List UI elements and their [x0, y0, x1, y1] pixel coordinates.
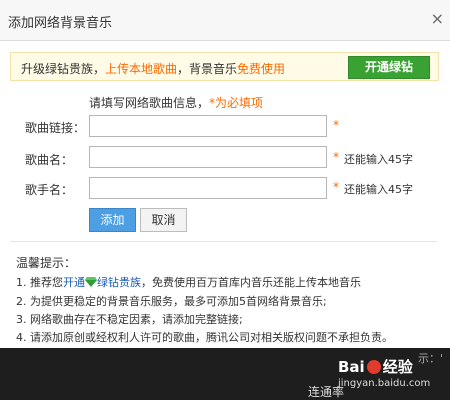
green-diamond-link[interactable]: 绿钻贵族 [97, 276, 141, 289]
green-diamond-icon [85, 277, 97, 287]
promo-banner: 升级绿钻贵族，上传本地歌曲，背景音乐免费使用 开通绿钻 [10, 52, 439, 81]
open-green-diamond-button[interactable]: 开通绿钻 [348, 56, 430, 79]
song-link-required-mark: * [333, 118, 339, 132]
promo-text-mid: ，背景音乐 [177, 62, 238, 76]
tip-item-2: 2. 为提供更稳定的背景音乐服务，最多可添加5首网络背景音乐; [16, 295, 327, 308]
tip-item-3: 3. 网络歌曲存在不稳定因素，请添加完整链接; [16, 313, 243, 326]
open-link[interactable]: 开通 [63, 276, 85, 289]
form-hint-required: *为必填项 [209, 96, 264, 110]
tip-1-suffix: ，免费使用百万首库内音乐还能上传本地音乐 [141, 276, 361, 289]
form-hint: 请填写网络歌曲信息，*为必填项 [89, 94, 263, 111]
dialog-title: 添加网络背景音乐 [8, 16, 113, 31]
dialog-titlebar: 添加网络背景音乐 × [0, 0, 450, 41]
paw-icon [366, 360, 381, 374]
song-link-label: 歌曲链接： [25, 121, 86, 135]
tip-item-4: 4. 请添加原创或经权利人许可的歌曲，腾讯公司对相关版权问题不承担负责。 [16, 331, 393, 344]
form-hint-text: 请填写网络歌曲信息， [89, 96, 210, 110]
song-name-input[interactable] [89, 146, 327, 168]
baidu-jingyan-watermark: Bai 经验 jingyan.baidu.com [338, 352, 448, 396]
promo-text: 升级绿钻贵族，上传本地歌曲，背景音乐免费使用 [21, 60, 285, 77]
singer-name-required-mark: * [333, 180, 339, 194]
divider [10, 241, 437, 242]
tips-title: 温馨提示： [16, 256, 77, 270]
upload-local-song-link[interactable]: 上传本地歌曲 [105, 62, 177, 76]
tip-1-prefix: 1. 推荐您 [16, 276, 63, 289]
add-button[interactable]: 添加 [89, 208, 136, 232]
singer-name-input[interactable] [89, 177, 327, 199]
promo-text-prefix: 升级绿钻贵族， [21, 62, 106, 76]
close-icon[interactable]: × [431, 9, 444, 28]
cancel-button[interactable]: 取消 [140, 208, 187, 232]
song-name-required-mark: * [333, 150, 339, 164]
song-name-label: 歌曲名： [25, 153, 74, 167]
free-use-text: 免费使用 [237, 62, 286, 76]
song-name-char-limit: 还能输入45字 [344, 153, 413, 166]
watermark-url: jingyan.baidu.com [338, 378, 431, 389]
watermark-logo: Bai 经验 [338, 356, 413, 377]
watermark-logo-left: Bai [338, 358, 365, 376]
watermark-logo-right: 经验 [382, 358, 413, 376]
singer-name-label: 歌手名： [25, 183, 74, 197]
singer-name-char-limit: 还能输入45字 [344, 183, 413, 196]
song-link-input[interactable] [89, 115, 327, 137]
add-music-dialog: 添加网络背景音乐 × 升级绿钻贵族，上传本地歌曲，背景音乐免费使用 开通绿钻 请… [0, 0, 450, 348]
tip-item-1: 1. 推荐您开通 绿钻贵族，免费使用百万首库内音乐还能上传本地音乐 [16, 274, 361, 290]
